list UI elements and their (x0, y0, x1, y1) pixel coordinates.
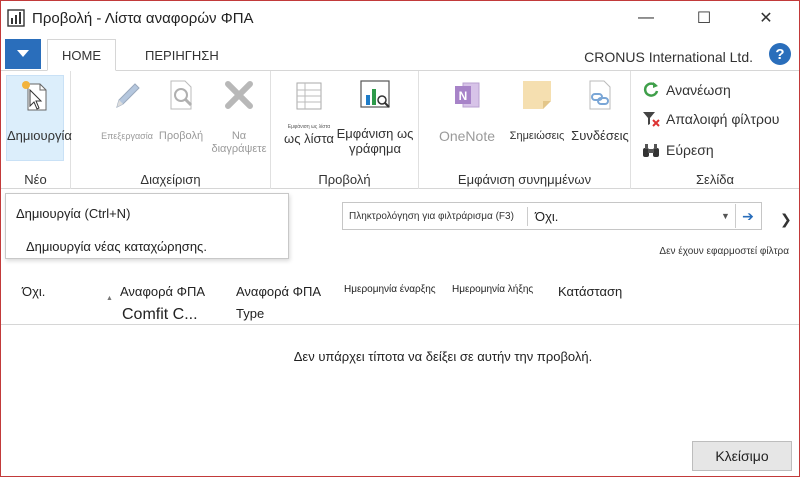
link-document-icon (589, 80, 611, 110)
new-group-label: Νέο (24, 172, 47, 187)
window-title: Προβολή - Λίστα αναφορών ΦΠΑ (32, 10, 254, 27)
ribbon-group-manage: Επεξεργασία Προβολή Να διαγράψετε Διαχεί… (71, 71, 271, 189)
close-button[interactable]: Κλείσιμο (692, 441, 792, 471)
empty-list-message: Δεν υπάρχει τίποτα να δείξει σε αυτήν τη… (293, 349, 593, 364)
manage-group-label: Διαχείριση (140, 172, 201, 187)
column-header-vat-report-config[interactable]: Αναφορά ΦΠΑ (120, 284, 205, 299)
list-view-icon (296, 82, 322, 110)
show-as-list-label: ως λίστα (284, 131, 334, 146)
column-header-end-date[interactable]: Ημερομηνία λήξης (452, 284, 533, 295)
filter-box: Πληκτρολόγηση για φιλτράρισμα (F3) Όχι. … (342, 202, 762, 230)
view-button[interactable]: Προβολή (155, 75, 207, 143)
delete-button[interactable]: Να διαγράψετε (207, 75, 271, 156)
clear-filter-label: Απαλοιφή φίλτρου (666, 111, 780, 127)
edit-button[interactable]: Επεξεργασία (99, 75, 155, 143)
title-bar: Προβολή - Λίστα αναφορών ΦΠΑ — ☐ ✕ (1, 1, 799, 35)
show-as-chart-button[interactable]: Εμφάνιση ως γράφημα (331, 75, 419, 156)
refresh-button[interactable]: Ανανέωση (641, 79, 731, 101)
show-as-list-small-label: Εμφάνιση ως λίστα (287, 124, 331, 130)
app-menu-button[interactable] (5, 39, 41, 69)
view-magnifier-icon (170, 80, 193, 110)
page-group-label: Σελίδα (696, 172, 734, 187)
delete-label: Να διαγράψετε (211, 130, 267, 155)
minimize-button[interactable]: — (623, 1, 669, 35)
filter-status: Δεν έχουν εφαρμοστεί φίλτρα (659, 246, 789, 257)
notes-button[interactable]: Σημειώσεις (507, 75, 567, 143)
maximize-button[interactable]: ☐ (681, 1, 727, 35)
filter-apply-arrow-icon[interactable]: ➔ (735, 204, 760, 228)
notes-label: Σημειώσεις (509, 130, 565, 142)
clear-filter-button[interactable]: Απαλοιφή φίλτρου (641, 108, 779, 130)
app-icon (7, 9, 25, 27)
attachments-group-label: Εμφάνιση συνημμένων (457, 172, 592, 187)
svg-text:N: N (459, 89, 468, 103)
new-document-icon (22, 81, 47, 111)
ribbon-group-view: Εμφάνιση ως λίστα ως λίστα Εμφάνιση ως γ… (271, 71, 419, 189)
new-button-label: Δημιουργία (7, 128, 72, 143)
filter-dropdown-icon[interactable]: ▼ (721, 211, 730, 221)
close-window-button[interactable]: ✕ (743, 1, 789, 35)
new-button[interactable]: Δημιουργία (6, 75, 72, 161)
find-label: Εύρεση (666, 142, 714, 158)
maximize-icon: ☐ (696, 10, 712, 27)
edit-label: Επεξεργασία (101, 131, 153, 141)
column-header-no[interactable]: Όχι. (22, 284, 45, 299)
onenote-label: OneNote (438, 128, 496, 144)
chart-view-icon (360, 80, 390, 108)
column-header-vat-report-config-value: Comfit C... (122, 306, 198, 323)
minimize-icon: — (638, 9, 654, 26)
close-icon: ✕ (759, 10, 773, 27)
column-header-start-date[interactable]: Ημερομηνία έναρξης (344, 284, 436, 295)
help-icon[interactable]: ? (769, 43, 791, 65)
onenote-button[interactable]: N OneNote (431, 75, 503, 144)
onenote-icon: N (455, 82, 480, 108)
find-button[interactable]: Εύρεση (641, 139, 714, 161)
list-header-divider (1, 324, 799, 325)
tooltip-title: Δημιουργία (Ctrl+N) (16, 206, 131, 221)
view-group-label: Προβολή (318, 172, 371, 187)
ribbon: Δημιουργία Νέο Επεξεργασία Προβολή Να δι… (1, 71, 799, 189)
tab-home[interactable]: HOME (47, 39, 116, 71)
refresh-icon (643, 82, 659, 97)
column-header-status[interactable]: Κατάσταση (558, 284, 622, 299)
ribbon-tab-row: HOME ΠΕΡΙΗΓΗΣΗ CRONUS International Ltd.… (1, 39, 799, 71)
filter-separator (527, 207, 528, 226)
column-header-vat-report-type-2: Type (236, 306, 265, 321)
column-header-vat-report-type[interactable]: Αναφορά ΦΠΑ (236, 284, 321, 299)
links-button[interactable]: Συνδέσεις (569, 75, 631, 143)
caret-down-icon (17, 50, 29, 57)
clear-filter-icon (643, 112, 660, 127)
binoculars-icon (643, 144, 659, 157)
view-label: Προβολή (158, 130, 204, 142)
tab-navigate[interactable]: ΠΕΡΙΗΓΗΣΗ (131, 39, 233, 71)
pencil-icon (116, 83, 140, 108)
links-label: Συνδέσεις (571, 128, 629, 143)
sort-ascending-icon: ▲ (106, 295, 113, 302)
ribbon-group-new: Δημιουργία Νέο (1, 71, 72, 189)
tooltip-description: Δημιουργία νέας καταχώρησης. (26, 239, 207, 254)
dialog-window: Προβολή - Λίστα αναφορών ΦΠΑ — ☐ ✕ HOME … (0, 0, 800, 477)
company-name: CRONUS International Ltd. (584, 49, 753, 65)
filter-input[interactable]: Όχι. (535, 209, 558, 224)
ribbon-group-attachments: N OneNote Σημειώσεις Συνδέσεις Εμφάνιση … (419, 71, 631, 189)
new-button-tooltip: Δημιουργία (Ctrl+N) Δημιουργία νέας κατα… (5, 193, 289, 259)
filter-field-label: Πληκτρολόγηση για φιλτράρισμα (F3) (349, 211, 514, 222)
delete-x-icon (225, 81, 253, 109)
refresh-label: Ανανέωση (666, 82, 731, 98)
sticky-note-icon (523, 81, 551, 109)
show-as-chart-label: Εμφάνιση ως γράφημα (336, 126, 414, 156)
collapse-filter-chevron-icon[interactable]: ❯ (780, 211, 792, 228)
ribbon-group-page: Ανανέωση Απαλοιφή φίλτρου Εύρεση Σελίδα (631, 71, 799, 189)
show-as-list-button[interactable]: Εμφάνιση ως λίστα ως λίστα (279, 75, 339, 146)
